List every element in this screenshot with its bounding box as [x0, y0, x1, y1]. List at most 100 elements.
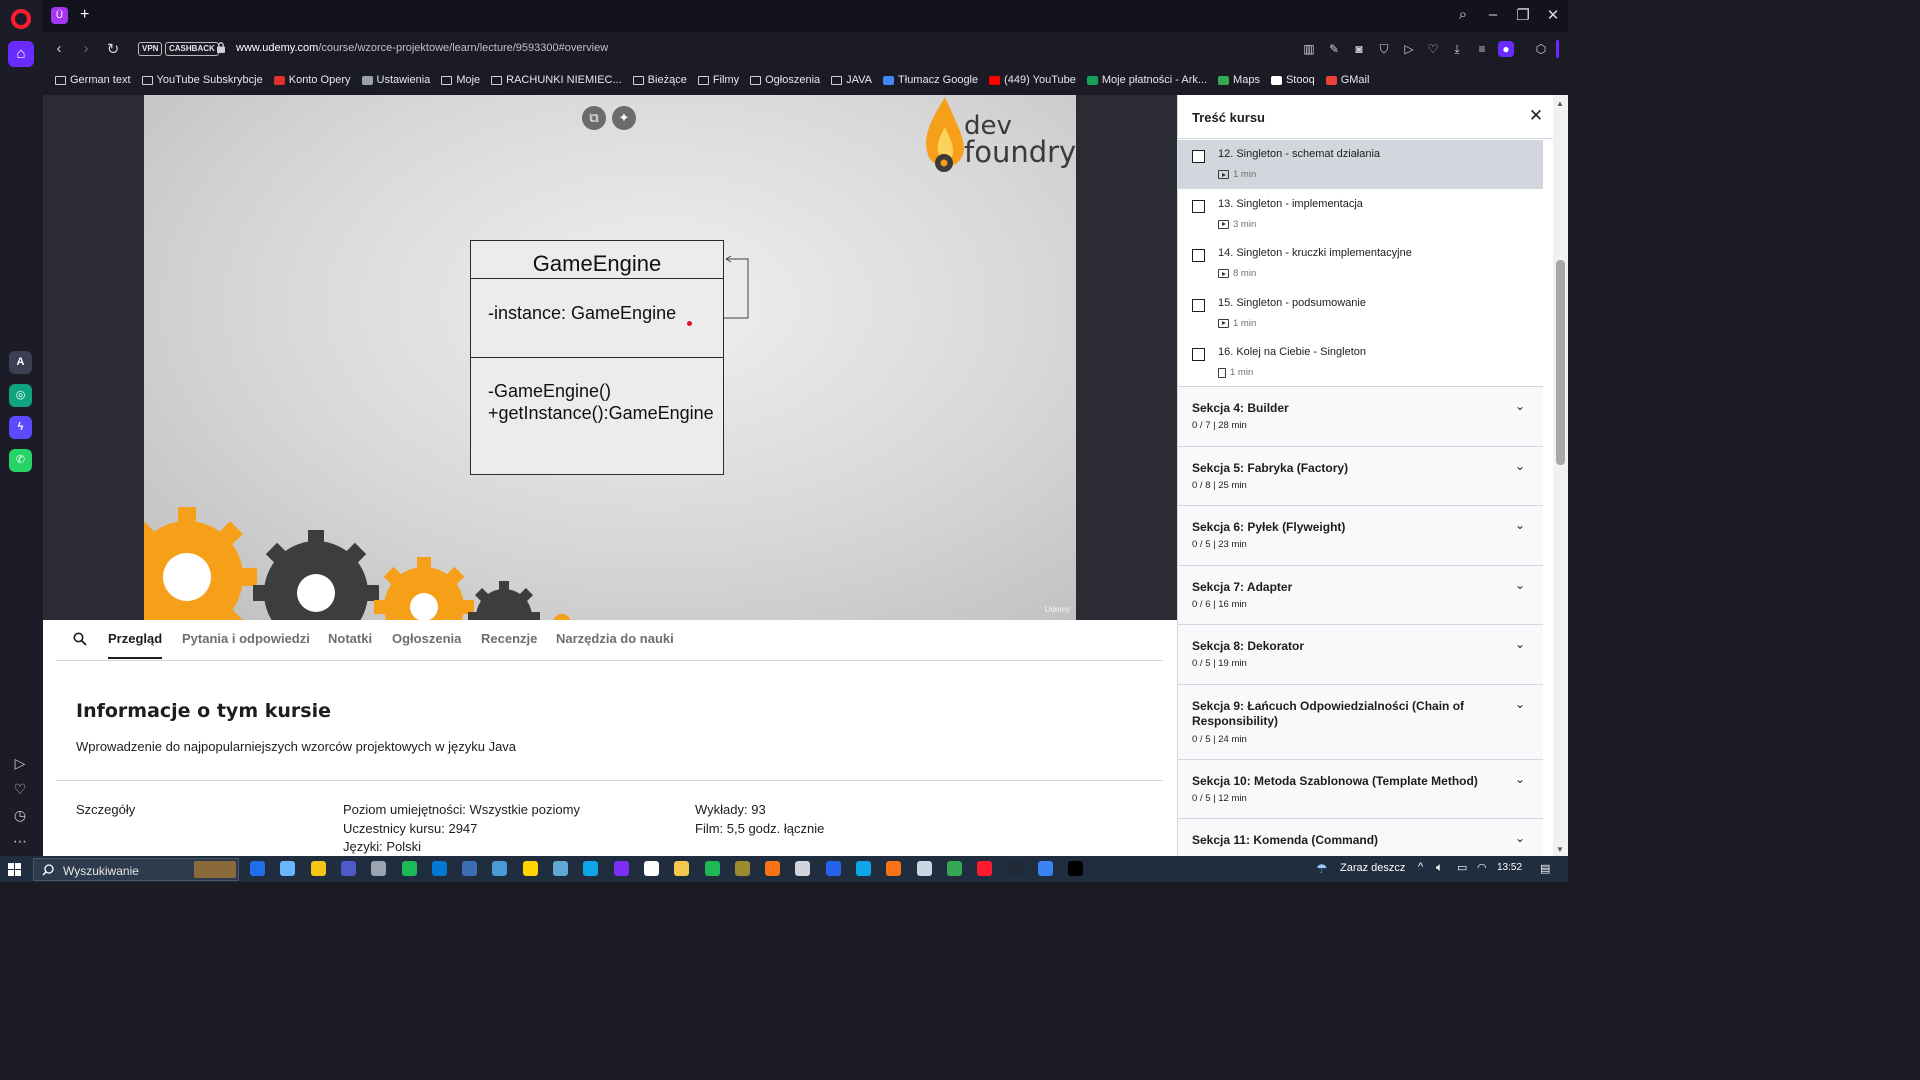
vlc-icon[interactable]: [765, 861, 781, 876]
lecture-checkbox[interactable]: [1192, 348, 1205, 361]
bookmark-item[interactable]: Tłumacz Google: [883, 74, 978, 86]
bookmark-item[interactable]: (449) YouTube: [989, 74, 1076, 86]
section-item[interactable]: Sekcja 9: Łańcuch Odpowiedzialności (Cha…: [1178, 683, 1543, 759]
player-icon[interactable]: ▷: [11, 754, 29, 772]
lecture-item[interactable]: 13. Singleton - implementacja 3 min: [1178, 190, 1543, 239]
scroll-up-icon[interactable]: ▲: [1556, 99, 1564, 108]
teams-icon[interactable]: [340, 861, 356, 876]
weather-rain-icon[interactable]: ☂: [1316, 861, 1328, 877]
app3-icon[interactable]: [886, 861, 902, 876]
sidebar-toggle[interactable]: [1556, 40, 1559, 58]
taskbar-clock[interactable]: 13:52: [1497, 862, 1522, 873]
shield-icon[interactable]: ⛉: [1376, 41, 1392, 57]
udemy-tab[interactable]: Ü: [51, 7, 68, 24]
edge-icon[interactable]: [583, 861, 599, 876]
forward-button[interactable]: ›: [77, 40, 95, 57]
app-icon[interactable]: [613, 861, 629, 876]
chatgpt-icon[interactable]: ◎: [9, 384, 32, 407]
bookmark-item[interactable]: Bieżące: [632, 74, 687, 86]
cashback-badge[interactable]: CASHBACK: [165, 42, 219, 56]
extensions-icon[interactable]: ⬡: [1533, 41, 1549, 57]
minimize-button[interactable]: –: [1482, 6, 1504, 23]
home-icon[interactable]: ⌂: [8, 41, 34, 67]
remote-icon[interactable]: [492, 861, 508, 876]
chevron-down-icon[interactable]: ⌄: [1515, 637, 1525, 651]
notifications-icon[interactable]: ▤: [1540, 862, 1550, 875]
lecture-item[interactable]: 16. Kolej na Ciebie - Singleton 1 min: [1178, 338, 1543, 387]
search-icon[interactable]: [73, 632, 87, 646]
section-item[interactable]: Sekcja 6: Pyłek (Flyweight) 0 / 5 | 23 mi…: [1178, 505, 1543, 565]
lecture-item[interactable]: 15. Singleton - podsumowanie 1 min: [1178, 289, 1543, 338]
powershell-icon[interactable]: [462, 861, 478, 876]
lecture-item[interactable]: 14. Singleton - kruczki implementacyjne 8…: [1178, 239, 1543, 288]
tab-notes[interactable]: Notatki: [328, 631, 372, 657]
section-item[interactable]: Sekcja 8: Dekorator 0 / 5 | 19 min ⌄: [1178, 624, 1543, 684]
bookmark-item[interactable]: RACHUNKI NIEMIEC...: [491, 74, 622, 86]
calendar-icon[interactable]: [916, 861, 932, 876]
explorer-icon[interactable]: [674, 861, 690, 876]
bookmark-item[interactable]: Ogłoszenia: [750, 74, 820, 86]
play-icon[interactable]: ▷: [1401, 41, 1417, 57]
vpn-badge[interactable]: VPN: [138, 42, 163, 56]
taskbar-search[interactable]: Wyszukiwanie: [33, 858, 239, 881]
calculator-icon[interactable]: [401, 861, 417, 876]
close-window-button[interactable]: ✕: [1542, 6, 1564, 24]
chevron-down-icon[interactable]: ⌄: [1515, 697, 1525, 711]
lecture-item[interactable]: 12. Singleton - schemat działania 1 min: [1178, 140, 1543, 189]
minecraft-icon[interactable]: [734, 861, 750, 876]
picture-in-picture-icon[interactable]: ⧉: [582, 106, 606, 130]
notion-icon[interactable]: [825, 861, 841, 876]
notepad-icon[interactable]: [371, 861, 387, 876]
tab-qa[interactable]: Pytania i odpowiedzi: [182, 631, 310, 657]
chevron-down-icon[interactable]: ⌄: [1515, 459, 1525, 473]
lecture-checkbox[interactable]: [1192, 199, 1205, 213]
bookmark-item[interactable]: Moje: [441, 74, 480, 86]
chevron-down-icon[interactable]: ⌄: [1515, 578, 1525, 592]
folder-app-icon[interactable]: [310, 861, 326, 876]
bookmark-item[interactable]: Maps: [1218, 74, 1260, 86]
windows-start-icon[interactable]: [8, 863, 21, 876]
lecture-checkbox[interactable]: [1192, 150, 1205, 163]
terminal-icon[interactable]: [1007, 861, 1023, 876]
section-item[interactable]: Sekcja 10: Metoda Szablonowa (Template M…: [1178, 758, 1543, 818]
tab-learning-tools[interactable]: Narzędzia do nauki: [556, 631, 674, 657]
spotify-icon[interactable]: [704, 861, 720, 876]
photos-icon[interactable]: [280, 861, 296, 876]
bookmark-item[interactable]: GMail: [1325, 74, 1369, 86]
teamspeak-icon[interactable]: [522, 861, 538, 876]
panel-scrollbar[interactable]: ▲ ▼: [1553, 95, 1568, 856]
screen-icon[interactable]: [250, 861, 265, 876]
section-item[interactable]: Sekcja 5: Fabryka (Factory) 0 / 8 | 25 mi…: [1178, 445, 1543, 505]
chevron-down-icon[interactable]: ⌄: [1515, 518, 1525, 532]
messenger-icon[interactable]: ϟ: [9, 416, 32, 439]
intellij-icon[interactable]: [1068, 861, 1084, 876]
bookmark-item[interactable]: German text: [55, 74, 131, 86]
aria-icon[interactable]: A: [9, 351, 32, 374]
app2-icon[interactable]: [856, 861, 871, 876]
bookmark-item[interactable]: Ustawienia: [361, 74, 430, 86]
vscode-icon[interactable]: [431, 861, 447, 876]
clock-icon[interactable]: [643, 861, 659, 876]
back-button[interactable]: ‹: [50, 40, 68, 57]
tab-announcements[interactable]: Ogłoszenia: [392, 631, 461, 657]
history-icon[interactable]: ◷: [11, 806, 29, 824]
search-tabs-icon[interactable]: ⌕: [1452, 6, 1474, 23]
opera-icon[interactable]: [977, 861, 993, 876]
github-icon[interactable]: [795, 861, 811, 876]
more-icon[interactable]: ⋯: [11, 832, 29, 850]
edit-icon[interactable]: ✎: [1326, 41, 1342, 57]
profile-icon[interactable]: ●: [1498, 41, 1514, 57]
lecture-checkbox[interactable]: [1192, 249, 1205, 262]
bookmark-item[interactable]: Moje płatności - Ark...: [1086, 74, 1207, 86]
ai-assistant-icon[interactable]: ✦: [612, 106, 636, 130]
heart-icon[interactable]: ♡: [11, 780, 29, 798]
section-item[interactable]: Sekcja 7: Adapter 0 / 6 | 16 min ⌄: [1178, 564, 1543, 624]
bookmark-item[interactable]: JAVA: [831, 74, 872, 86]
restore-button[interactable]: ❐: [1512, 6, 1534, 24]
reader-icon[interactable]: ▥: [1301, 41, 1317, 57]
camera-icon[interactable]: ◙: [1351, 41, 1367, 57]
url-field[interactable]: www.udemy.com/course/wzorce-projektowe/l…: [236, 42, 608, 54]
chevron-down-icon[interactable]: ⌄: [1515, 831, 1525, 845]
close-icon[interactable]: ✕: [1528, 106, 1544, 126]
chrome-icon[interactable]: [946, 861, 962, 876]
